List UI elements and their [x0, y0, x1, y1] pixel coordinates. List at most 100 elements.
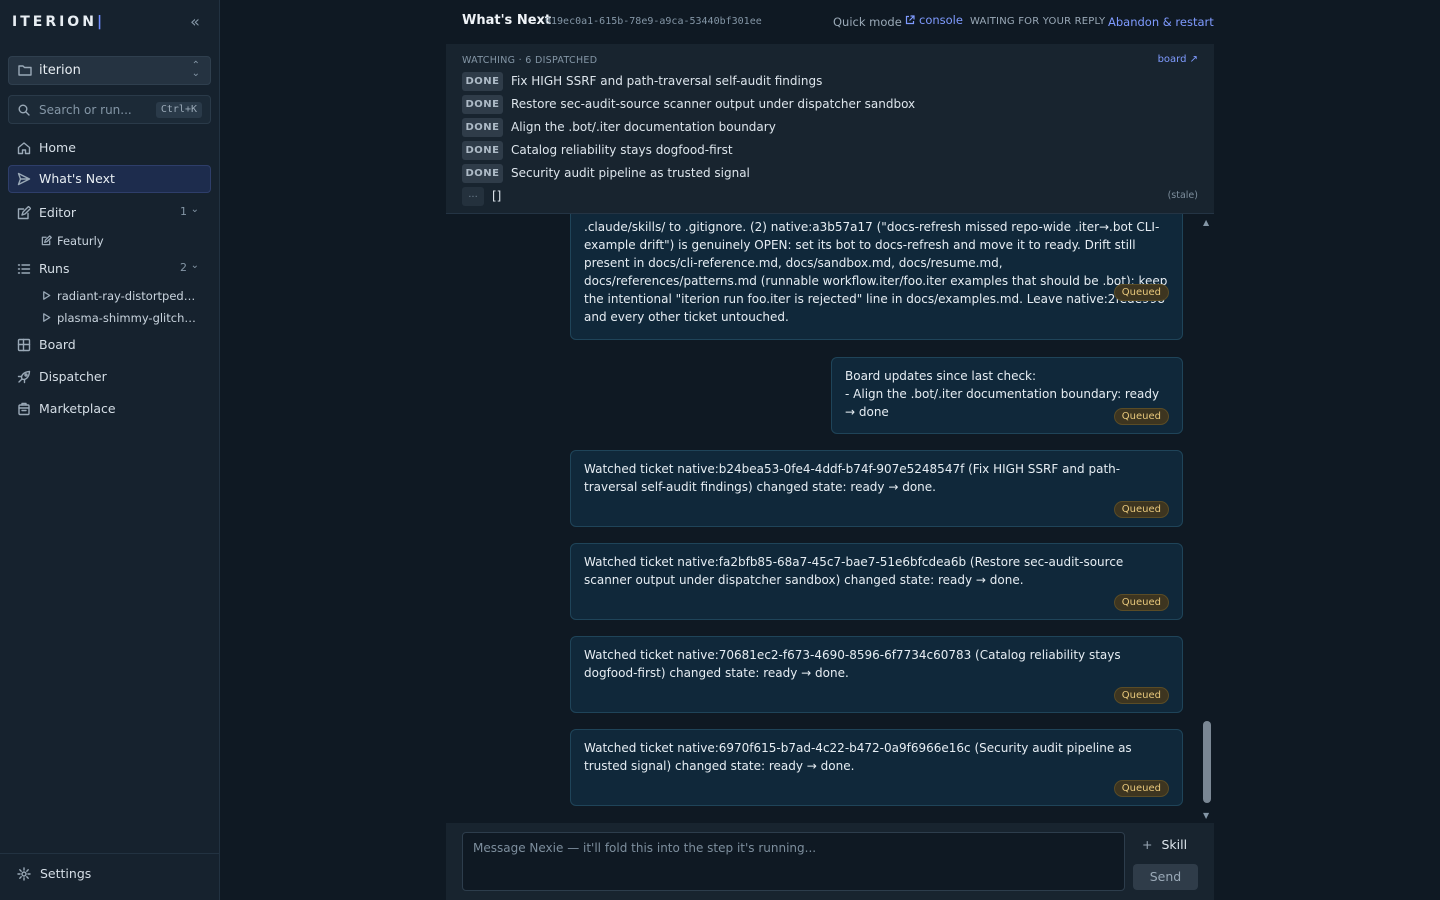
message-text: Watched ticket native:b24bea53-0fe4-4ddf…: [584, 462, 1121, 494]
message-input[interactable]: Message Nexie — it'll fold this into the…: [462, 832, 1125, 891]
rocket-icon: [17, 370, 31, 384]
queued-badge: Queued: [1113, 594, 1169, 611]
search-placeholder: Search or run...: [39, 103, 132, 117]
watch-item-title: Security audit pipeline as trusted signa…: [511, 166, 750, 180]
chat-message: .claude/skills/ to .gitignore. (2) nativ…: [570, 214, 1183, 340]
scrollbar-thumb[interactable]: [1203, 721, 1211, 803]
message-text: Watched ticket native:70681ec2-f673-4690…: [584, 648, 1121, 680]
chat-transcript: .claude/skills/ to .gitignore. (2) nativ…: [446, 214, 1214, 823]
nav-whats-next[interactable]: What's Next: [8, 165, 211, 193]
empty-list-value: []: [492, 189, 502, 203]
nav-marketplace-label: Marketplace: [39, 401, 116, 416]
editor-item-label: Featurly: [57, 234, 104, 248]
edit-icon: [17, 206, 31, 220]
chat-message: Watched ticket native:fa2bfb85-68a7-45c7…: [570, 543, 1183, 620]
play-icon: [43, 313, 51, 322]
chat-message: Watched ticket native:b24bea53-0fe4-4ddf…: [570, 450, 1183, 527]
state-badge: DONE: [462, 164, 503, 183]
home-icon: [17, 142, 31, 155]
console-label: console: [919, 13, 963, 27]
nav-home-label: Home: [39, 140, 76, 155]
run-id: 019ec0a1-615b-78e9-a9ca-53440bf301ee: [545, 16, 762, 27]
message-text: Watched ticket native:fa2bfb85-68a7-45c7…: [584, 555, 1124, 587]
scroll-up-icon[interactable]: ▲: [1203, 218, 1209, 227]
watch-item-title: Restore sec-audit-source scanner output …: [511, 97, 916, 111]
chat-message: Watched ticket native:70681ec2-f673-4690…: [570, 636, 1183, 713]
abandon-restart-button[interactable]: Abandon & restart: [1108, 15, 1214, 29]
nav-editor[interactable]: Editor 1 ⌄: [8, 199, 211, 227]
nav-dispatcher-label: Dispatcher: [39, 369, 107, 384]
play-icon: [43, 291, 51, 300]
nav-runs-label: Runs: [39, 261, 70, 276]
folder-icon: [18, 65, 32, 76]
composer: Message Nexie — it'll fold this into the…: [446, 823, 1214, 900]
brand-logo: ITERION|: [12, 14, 103, 30]
nav-marketplace[interactable]: Marketplace: [8, 395, 211, 423]
add-skill-button[interactable]: + Skill: [1142, 837, 1187, 852]
show-more-button[interactable]: ...: [462, 187, 484, 206]
chat-scrollbar[interactable]: ▲ ▼: [1201, 218, 1213, 820]
page-header: What's Next 019ec0a1-615b-78e9-a9ca-5344…: [446, 0, 1214, 44]
chat-message: Watched ticket native:6970f615-b7ad-4c22…: [570, 729, 1183, 806]
chat-message: Board updates since last check: - Align …: [831, 357, 1183, 434]
watch-item-title: Fix HIGH SSRF and path-traversal self-au…: [511, 74, 823, 88]
queued-badge: Queued: [1113, 780, 1169, 797]
watch-item-title: Align the .bot/.iter documentation bound…: [511, 120, 776, 134]
project-selector[interactable]: iterion ⌃ ⌄: [8, 56, 211, 85]
queued-badge: Queued: [1113, 408, 1169, 425]
scroll-down-icon[interactable]: ▼: [1203, 811, 1209, 820]
board-link[interactable]: board ↗: [1158, 54, 1198, 65]
queued-badge: Queued: [1113, 501, 1169, 518]
skill-label: Skill: [1161, 837, 1188, 852]
state-badge: DONE: [462, 95, 503, 114]
stale-indicator: (stale): [1167, 190, 1198, 201]
search-shortcut: Ctrl+K: [155, 102, 202, 118]
search-icon: [18, 104, 30, 116]
watch-item-title: Catalog reliability stays dogfood-first: [511, 143, 733, 157]
queued-badge: Queued: [1113, 284, 1169, 301]
nav-home[interactable]: Home: [8, 134, 211, 162]
gear-icon: [17, 867, 31, 881]
nav-runs[interactable]: Runs 2 ⌄: [8, 255, 211, 283]
editor-count: 1: [180, 205, 187, 218]
runs-count: 2: [180, 261, 187, 274]
store-icon: [18, 402, 30, 416]
external-link-icon: [905, 15, 915, 25]
nav-whats-next-label: What's Next: [39, 171, 115, 186]
state-badge: DONE: [462, 72, 503, 91]
settings-label: Settings: [40, 866, 92, 881]
state-badge: DONE: [462, 118, 503, 137]
chevron-down-icon: ⌄: [190, 260, 199, 271]
sidebar: ITERION| « iterion ⌃ ⌄ Search or run... C…: [0, 0, 220, 900]
message-placeholder: Message Nexie — it'll fold this into the…: [473, 841, 817, 855]
editor-item-featurly[interactable]: Featurly: [38, 231, 208, 251]
nav-board[interactable]: Board: [8, 331, 211, 359]
message-text: Watched ticket native:6970f615-b7ad-4c22…: [584, 741, 1132, 773]
list-icon: [17, 264, 31, 274]
chevron-down-icon: ⌄: [190, 204, 199, 215]
send-icon: [17, 172, 31, 186]
search-input[interactable]: Search or run... Ctrl+K: [8, 95, 211, 124]
collapse-sidebar-icon[interactable]: «: [186, 14, 204, 32]
quick-mode-toggle[interactable]: Quick mode: [833, 15, 902, 29]
run-item[interactable]: radiant-ray-distortpedal...: [38, 286, 208, 306]
run-item-label: plasma-shimmy-glitchf...: [57, 311, 197, 325]
chevron-updown-icon: ⌃ ⌄: [191, 60, 200, 79]
console-link[interactable]: console: [905, 13, 963, 27]
message-text: .claude/skills/ to .gitignore. (2) nativ…: [584, 220, 1168, 324]
nav-settings[interactable]: Settings: [8, 861, 211, 887]
nav-editor-label: Editor: [39, 205, 76, 220]
plus-icon: +: [1142, 837, 1153, 852]
project-name: iterion: [39, 63, 81, 78]
watching-label: WATCHING · 6 DISPATCHED: [462, 55, 598, 66]
edit-icon: [41, 235, 52, 246]
sidebar-divider: [0, 853, 219, 854]
watching-panel: WATCHING · 6 DISPATCHED board ↗ DONE Fix…: [446, 44, 1214, 214]
run-item[interactable]: plasma-shimmy-glitchf...: [38, 308, 208, 328]
send-button[interactable]: Send: [1133, 864, 1198, 890]
run-item-label: radiant-ray-distortpedal...: [57, 289, 197, 303]
nav-dispatcher[interactable]: Dispatcher: [8, 363, 211, 391]
status-badge: WAITING FOR YOUR REPLY: [970, 16, 1106, 27]
page-title: What's Next: [462, 13, 552, 28]
queued-badge: Queued: [1113, 687, 1169, 704]
